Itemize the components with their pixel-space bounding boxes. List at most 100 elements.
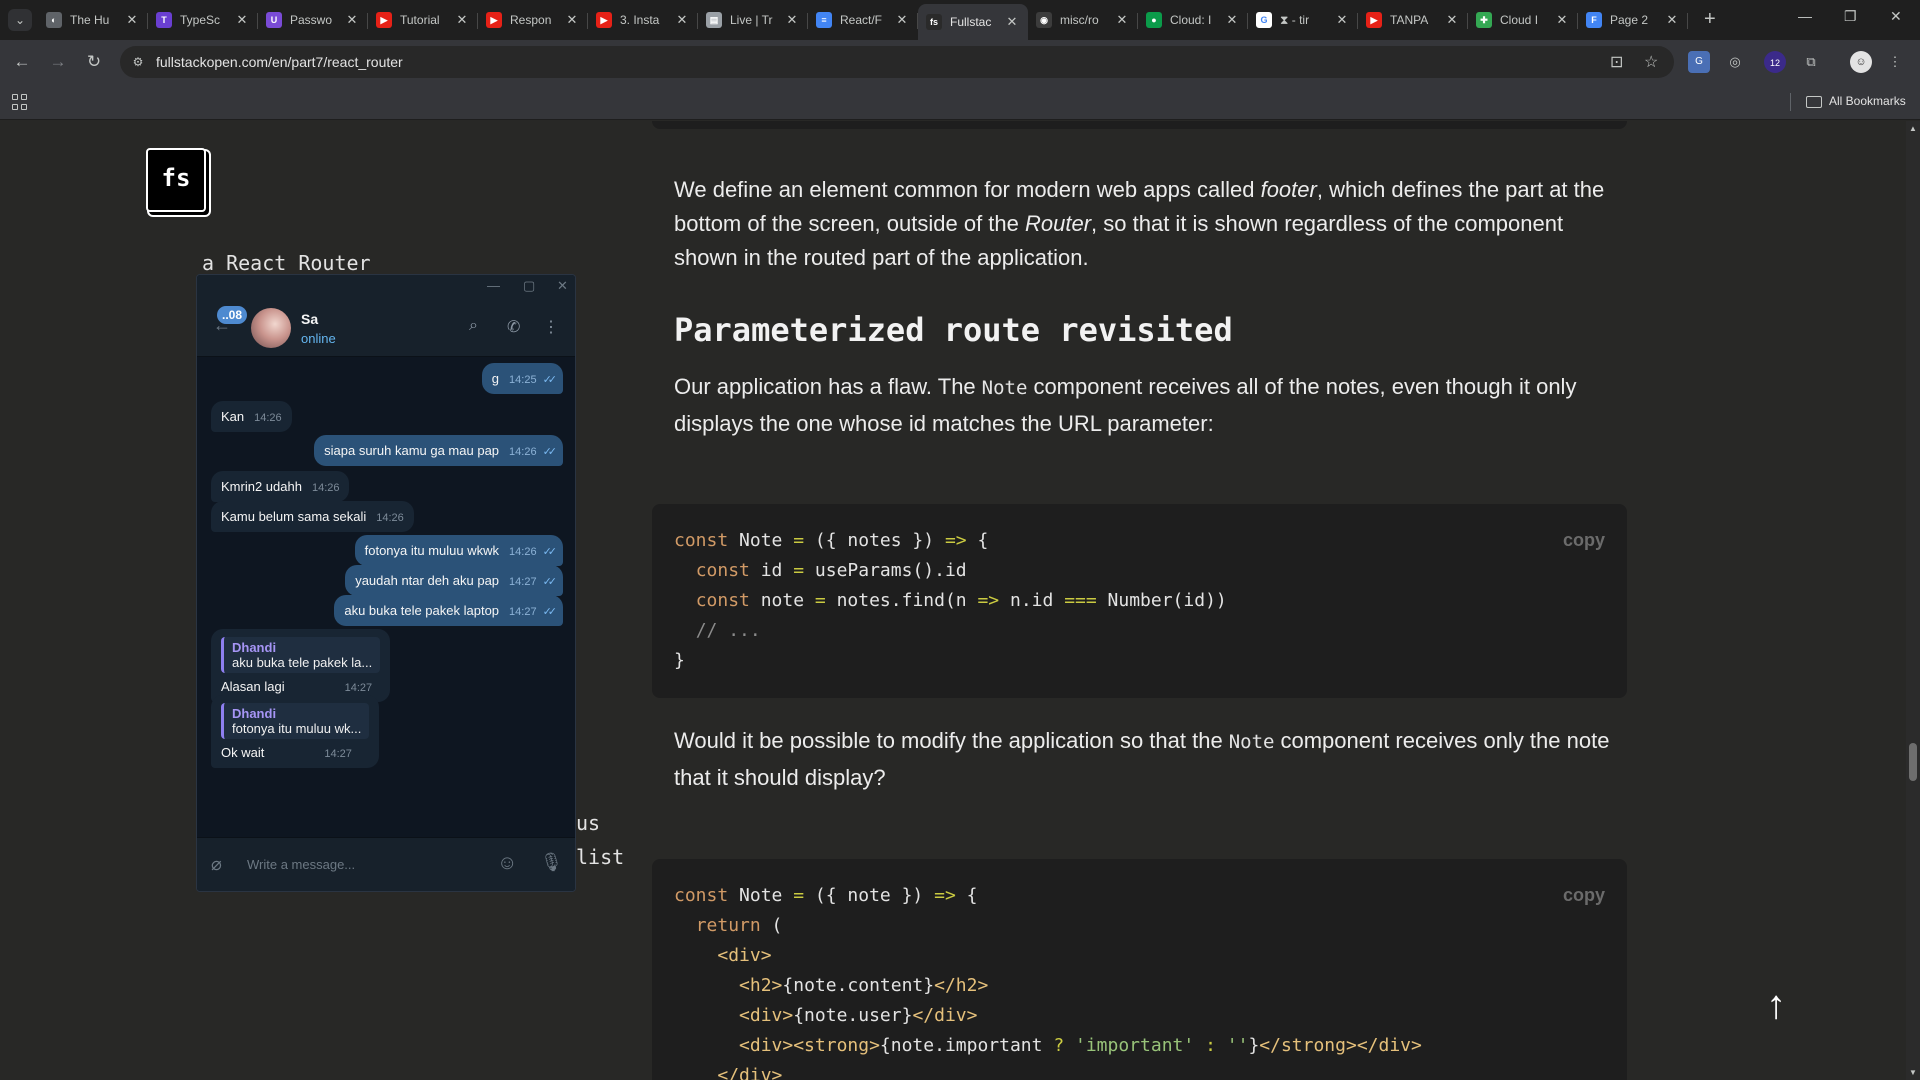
apps-grid-icon[interactable] [12,94,28,110]
browser-tab[interactable]: U Passwo ✕ [258,4,368,36]
message-list[interactable]: g 14:25 ✓✓ Kan 14:26 siapa suruh kamu ga mau … [197,357,575,837]
browser-tab[interactable]: fs Fullstac ✕ [918,4,1028,40]
message-time: 14:27 [509,606,537,618]
telegram-close-icon[interactable]: ✕ [557,278,568,294]
sidebar-text-fragment[interactable]: list [576,845,624,869]
attach-icon[interactable]: ⌀ [211,854,222,875]
incoming-message[interactable]: Kan 14:26 [211,401,292,432]
incoming-message[interactable]: Dhandi fotonya itu muluu wk... Ok wait 14:2… [211,695,380,768]
reply-quote[interactable]: Dhandi fotonya itu muluu wk... [221,703,370,739]
question-paragraph: Would it be possible to modify the appli… [674,723,1624,796]
tab-close-icon[interactable]: ✕ [784,12,800,28]
copy-button[interactable]: copy [1563,530,1605,551]
tab-close-icon[interactable]: ✕ [344,12,360,28]
message-text: Alasan lagi [221,679,285,694]
extension-target-icon[interactable]: ◎ [1724,51,1746,73]
reload-button[interactable]: ↻ [82,50,106,74]
outgoing-message[interactable]: fotonya itu muluu wkwk 14:26 ✓✓ [354,535,563,566]
reply-quote[interactable]: Dhandi aku buka tele pakek la... [221,637,381,673]
tab-close-icon[interactable]: ✕ [234,12,250,28]
close-window-icon[interactable]: ✕ [1890,8,1902,25]
tab-close-icon[interactable]: ✕ [1224,12,1240,28]
browser-menu-icon[interactable]: ⋮ [1884,51,1906,73]
search-icon[interactable]: ⌕ [469,317,478,335]
address-bar[interactable]: ⚙ fullstackopen.com/en/part7/react_route… [120,46,1674,78]
footer-paragraph: We define an element common for modern w… [674,173,1624,275]
contact-name[interactable]: Sa [301,311,318,327]
message-input[interactable]: Write a message... [247,857,355,872]
fullstack-logo[interactable]: fs [146,148,206,212]
profile-avatar[interactable]: ☺ [1850,51,1872,73]
install-app-icon[interactable]: ⊡ [1610,52,1623,72]
browser-tab[interactable]: ▶ 3. Insta ✕ [588,4,698,36]
scroll-to-top-icon[interactable]: ↑ [1766,983,1786,1028]
scrollbar-thumb[interactable] [1909,743,1917,781]
scroll-up-arrow-icon[interactable]: ▲ [1909,124,1917,133]
emoji-icon[interactable]: ☺ [497,852,517,875]
browser-tab[interactable]: F Page 2 ✕ [1578,4,1688,36]
browser-tab[interactable]: ✚ Cloud I ✕ [1468,4,1578,36]
tab-close-icon[interactable]: ✕ [564,12,580,28]
outgoing-message[interactable]: aku buka tele pakek laptop 14:27 ✓✓ [334,595,563,626]
telegram-maximize-icon[interactable]: ▢ [523,278,535,294]
restore-icon[interactable]: ❐ [1844,8,1857,25]
browser-tab[interactable]: ▶ Respon ✕ [478,4,588,36]
tab-close-icon[interactable]: ✕ [1554,12,1570,28]
copy-button[interactable]: copy [1563,885,1605,906]
all-bookmarks-button[interactable]: All Bookmarks [1829,94,1906,108]
telegram-minimize-icon[interactable]: — [487,278,500,293]
browser-tab[interactable]: ▤ Live | Tr ✕ [698,4,808,36]
browser-tab[interactable]: ▶ Tutorial ✕ [368,4,478,36]
microphone-icon[interactable]: 🎙 [540,852,563,873]
tab-close-icon[interactable]: ✕ [894,12,910,28]
bookmark-star-icon[interactable]: ☆ [1644,52,1658,72]
phone-call-icon[interactable]: ✆ [507,317,520,337]
contact-avatar[interactable] [251,308,291,348]
tab-close-icon[interactable]: ✕ [1334,12,1350,28]
sidebar-link-react-router[interactable]: a React Router [202,251,371,275]
para-text: Would it be possible to modify the appli… [674,728,1223,753]
browser-tab[interactable]: T TypeSc ✕ [148,4,258,36]
incoming-message[interactable]: Kamu belum sama sekali 14:26 [211,501,414,532]
browser-tab[interactable]: ● Cloud: I ✕ [1138,4,1248,36]
telegram-titlebar: — ▢ ✕ [197,275,575,299]
extensions-puzzle-icon[interactable]: ⧉ [1800,51,1822,73]
minimize-icon[interactable]: — [1798,8,1812,24]
message-text: siapa suruh kamu ga mau pap [324,443,500,458]
tab-title: misc/ro [1060,13,1099,27]
forward-button[interactable]: → [46,50,70,74]
browser-tab[interactable]: ◐ The Hu ✕ [38,4,148,36]
tab-close-icon[interactable]: ✕ [1664,12,1680,28]
tab-favicon-icon: fs [926,14,942,30]
tab-close-icon[interactable]: ✕ [124,12,140,28]
scroll-down-arrow-icon[interactable]: ▼ [1909,1068,1917,1077]
unread-badge: ..08 [217,306,248,324]
sidebar-text-fragment[interactable]: us [576,811,600,835]
page-scrollbar[interactable]: ▲ ▼ [1906,121,1920,1080]
tab-close-icon[interactable]: ✕ [674,12,690,28]
site-info-icon[interactable]: ⚙ [130,54,146,70]
outgoing-message[interactable]: yaudah ntar deh aku pap 14:27 ✓✓ [345,565,563,596]
message-time: 14:26 [376,512,404,524]
message-text: Kan [221,409,245,424]
tab-search-button[interactable]: ⌄ [8,9,32,31]
outgoing-message[interactable]: siapa suruh kamu ga mau pap 14:26 ✓✓ [314,435,563,466]
tab-close-icon[interactable]: ✕ [1004,14,1020,30]
more-options-icon[interactable]: ⋮ [543,317,559,337]
incoming-message[interactable]: Kmrin2 udahh 14:26 [211,471,350,502]
incoming-message[interactable]: Dhandi aku buka tele pakek la... Alasan la… [211,629,391,702]
browser-tab[interactable]: ≡ React/F ✕ [808,4,918,36]
browser-tab[interactable]: ▶ TANPA ✕ [1358,4,1468,36]
translate-extension-icon[interactable]: G [1688,51,1710,73]
browser-tab[interactable]: ◉ misc/ro ✕ [1028,4,1138,36]
back-button[interactable]: ← [10,50,34,74]
tab-close-icon[interactable]: ✕ [1114,12,1130,28]
tab-title: Respon [510,13,552,27]
tab-close-icon[interactable]: ✕ [1444,12,1460,28]
url-text[interactable]: fullstackopen.com/en/part7/react_router [156,54,403,70]
tab-close-icon[interactable]: ✕ [454,12,470,28]
browser-tab[interactable]: G ⧗ - tir ✕ [1248,4,1358,36]
extension-badge-icon[interactable]: 12 [1764,51,1786,73]
outgoing-message[interactable]: g 14:25 ✓✓ [481,363,563,394]
new-tab-button[interactable]: + [1704,8,1716,30]
